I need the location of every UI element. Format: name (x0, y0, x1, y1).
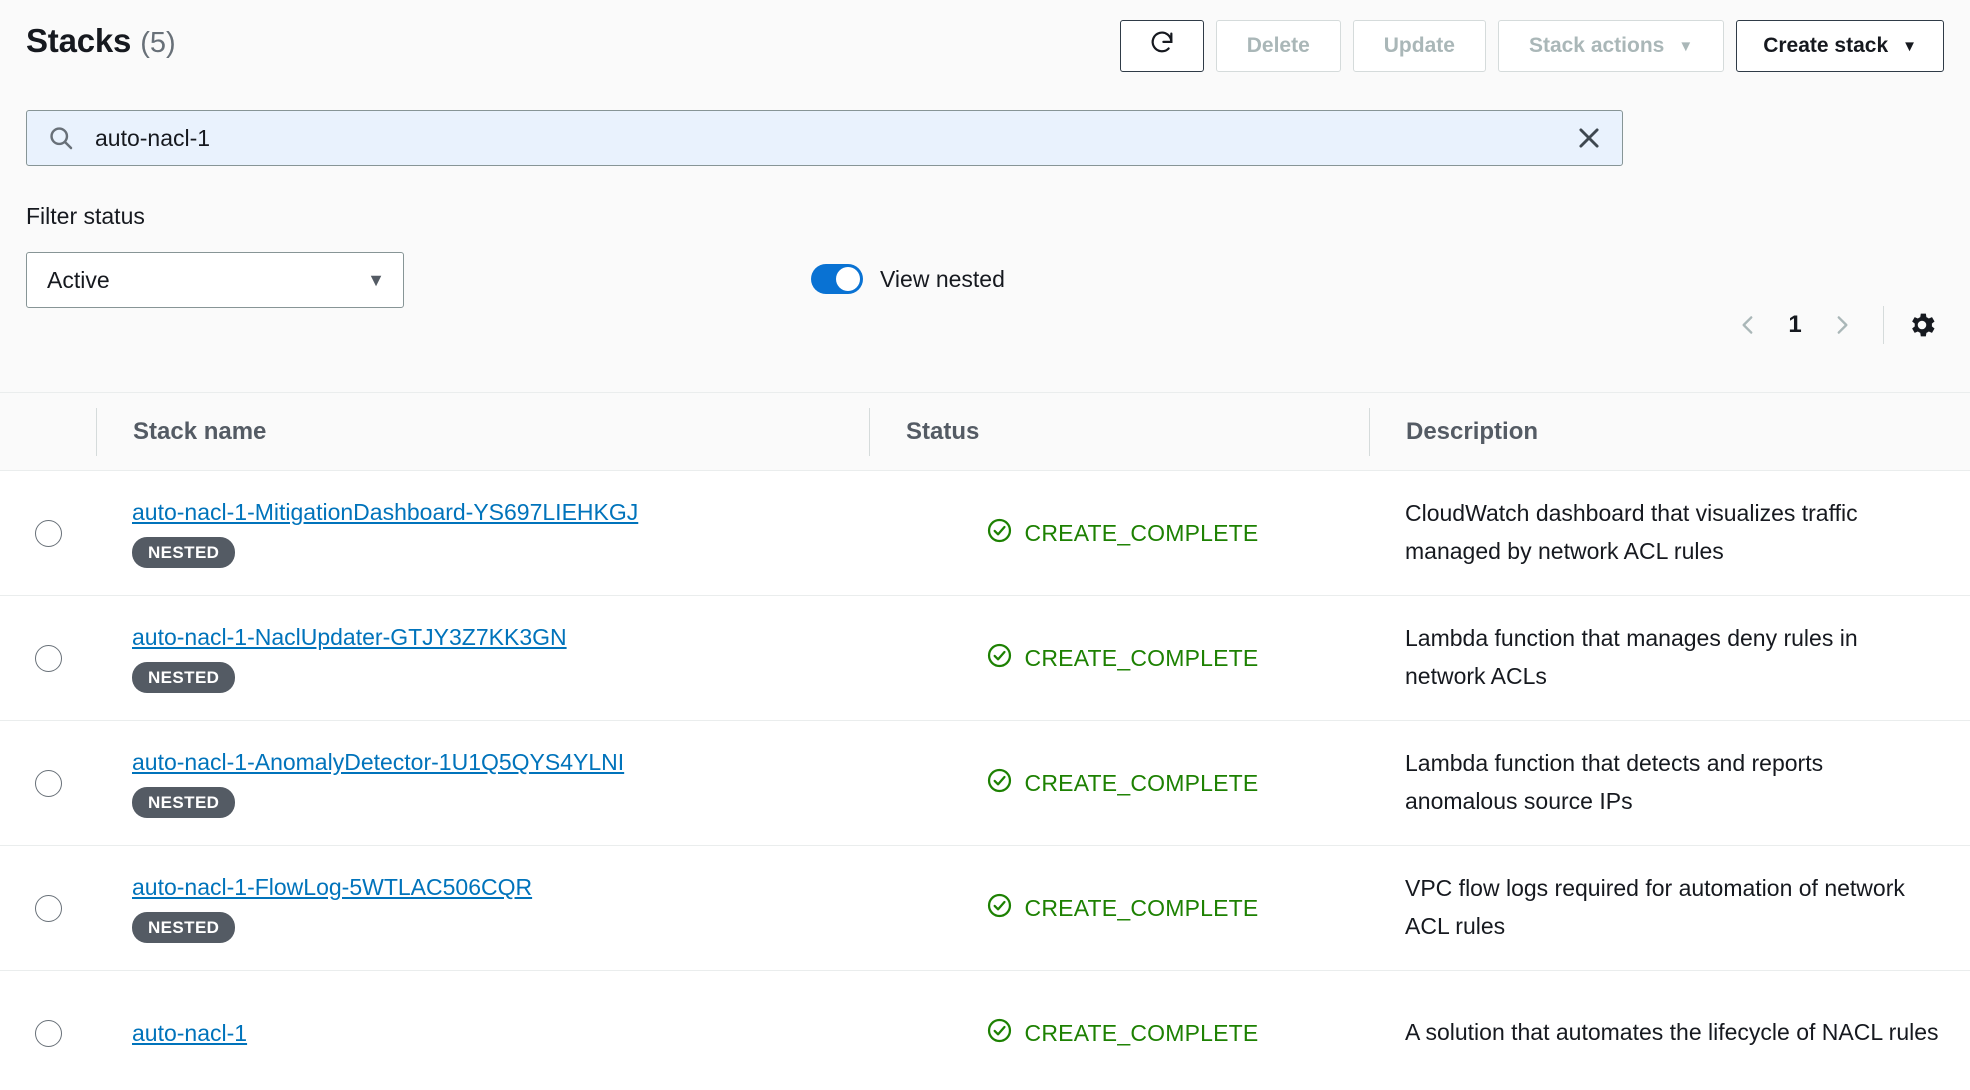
status-text: CREATE_COMPLETE (1024, 894, 1259, 921)
refresh-button[interactable] (1119, 20, 1204, 72)
row-select-cell (0, 596, 96, 720)
check-circle-icon (986, 1017, 1013, 1049)
description-cell: VPC flow logs required for automation of… (1369, 846, 1970, 970)
status-cell: CREATE_COMPLETE (869, 596, 1369, 720)
column-header-stack-name: Stack name (96, 407, 869, 456)
update-button-label: Update (1383, 34, 1455, 57)
description-cell: CloudWatch dashboard that visualizes tra… (1369, 471, 1970, 595)
stack-name-link[interactable]: auto-nacl-1-NaclUpdater-GTJY3Z7KK3GN (132, 623, 839, 652)
column-header-description: Description (1369, 407, 1970, 456)
divider (1883, 306, 1884, 344)
page-number[interactable]: 1 (1773, 311, 1817, 339)
stack-name-link[interactable]: auto-nacl-1-MitigationDashboard-YS697LIE… (132, 498, 839, 527)
nested-badge: NESTED (132, 912, 236, 944)
check-circle-icon (986, 892, 1013, 924)
stack-name-cell: auto-nacl-1-MitigationDashboard-YS697LIE… (96, 471, 869, 595)
description-cell: Lambda function that detects and reports… (1369, 721, 1970, 845)
stack-actions-button[interactable]: Stack actions ▼ (1497, 20, 1725, 72)
status-text: CREATE_COMPLETE (1024, 644, 1259, 671)
search-input[interactable]: auto-nacl-1 (26, 110, 1623, 166)
stack-name-link[interactable]: auto-nacl-1 (132, 1019, 839, 1048)
table-row[interactable]: auto-nacl-1-MitigationDashboard-YS697LIE… (0, 471, 1970, 596)
filter-status-label: Filter status (26, 203, 145, 229)
check-circle-icon (986, 767, 1013, 799)
check-circle-icon (986, 642, 1013, 674)
row-radio-button[interactable] (34, 894, 62, 922)
status-cell: CREATE_COMPLETE (869, 971, 1369, 1090)
stack-name-cell: auto-nacl-1 (96, 971, 869, 1090)
nested-badge: NESTED (132, 537, 236, 569)
header-actions: Delete Update Stack actions ▼ Create sta… (1119, 20, 1944, 72)
stack-name-link[interactable]: auto-nacl-1-AnomalyDetector-1U1Q5QYS4YLN… (132, 748, 839, 777)
refresh-icon (1148, 29, 1176, 63)
page-header: Stacks (5) Delete Update Stack actions ▼… (0, 0, 1970, 92)
row-select-cell (0, 971, 96, 1090)
description-text: VPC flow logs required for automation of… (1405, 875, 1905, 939)
page-title-text: Stacks (26, 22, 132, 59)
row-radio-button[interactable] (34, 644, 62, 672)
create-stack-label: Create stack (1763, 34, 1889, 57)
status-text: CREATE_COMPLETE (1024, 769, 1259, 796)
nested-badge: NESTED (132, 662, 236, 694)
row-radio-button[interactable] (34, 519, 62, 547)
description-cell: A solution that automates the lifecycle … (1369, 971, 1970, 1090)
stacks-page: Stacks (5) Delete Update Stack actions ▼… (0, 0, 1970, 1090)
filter-status-select[interactable]: Active ▼ (26, 252, 404, 308)
row-radio-button[interactable] (34, 1019, 62, 1047)
row-select-cell (0, 471, 96, 595)
stack-name-link[interactable]: auto-nacl-1-FlowLog-5WTLAC506CQR (132, 873, 839, 902)
filter-status-value: Active (47, 266, 110, 293)
view-nested-label: View nested (880, 265, 1005, 292)
delete-button-label: Delete (1246, 34, 1310, 57)
status-cell: CREATE_COMPLETE (869, 846, 1369, 970)
delete-button[interactable]: Delete (1215, 20, 1341, 72)
pagination: 1 (1723, 300, 1944, 350)
page-title: Stacks (5) (26, 22, 176, 60)
chevron-down-icon: ▼ (367, 270, 385, 290)
stack-name-cell: auto-nacl-1-NaclUpdater-GTJY3Z7KK3GN NES… (96, 596, 869, 720)
stack-count: (5) (140, 27, 176, 59)
nested-badge: NESTED (132, 787, 236, 819)
check-circle-icon (986, 517, 1013, 549)
table-row[interactable]: auto-nacl-1-FlowLog-5WTLAC506CQR NESTED … (0, 846, 1970, 971)
table-row[interactable]: auto-nacl-1 CREATE_COMPLETE A solution t… (0, 971, 1970, 1090)
update-button[interactable]: Update (1352, 20, 1486, 72)
search-icon (47, 124, 75, 152)
table-header-row: Stack name Status Description (0, 393, 1970, 471)
status-text: CREATE_COMPLETE (1024, 519, 1259, 546)
view-nested-toggle[interactable]: View nested (811, 264, 1005, 294)
column-header-status: Status (869, 407, 1369, 456)
row-select-cell (0, 721, 96, 845)
stack-name-cell: auto-nacl-1-FlowLog-5WTLAC506CQR NESTED (96, 846, 869, 970)
description-text: Lambda function that manages deny rules … (1405, 625, 1858, 689)
table-row[interactable]: auto-nacl-1-AnomalyDetector-1U1Q5QYS4YLN… (0, 721, 1970, 846)
status-cell: CREATE_COMPLETE (869, 471, 1369, 595)
stack-name-cell: auto-nacl-1-AnomalyDetector-1U1Q5QYS4YLN… (96, 721, 869, 845)
stacks-table: Stack name Status Description auto-nacl-… (0, 392, 1970, 1090)
chevron-down-icon: ▼ (1678, 37, 1694, 55)
table-row[interactable]: auto-nacl-1-NaclUpdater-GTJY3Z7KK3GN NES… (0, 596, 1970, 721)
toggle-knob (836, 267, 860, 291)
row-select-cell (0, 846, 96, 970)
stack-actions-label: Stack actions (1528, 34, 1665, 57)
status-cell: CREATE_COMPLETE (869, 721, 1369, 845)
chevron-left-icon[interactable] (1723, 300, 1773, 350)
chevron-right-icon[interactable] (1817, 300, 1867, 350)
description-cell: Lambda function that manages deny rules … (1369, 596, 1970, 720)
search-value: auto-nacl-1 (95, 124, 211, 151)
description-text: A solution that automates the lifecycle … (1405, 1019, 1939, 1046)
table-body: auto-nacl-1-MitigationDashboard-YS697LIE… (0, 471, 1970, 1090)
description-text: CloudWatch dashboard that visualizes tra… (1405, 500, 1858, 564)
close-icon[interactable] (1574, 123, 1604, 153)
gear-icon[interactable] (1900, 303, 1944, 347)
chevron-down-icon: ▼ (1902, 37, 1917, 55)
row-radio-button[interactable] (34, 769, 62, 797)
create-stack-button[interactable]: Create stack ▼ (1736, 20, 1944, 72)
status-text: CREATE_COMPLETE (1024, 1019, 1259, 1046)
toggle-switch[interactable] (811, 264, 863, 294)
description-text: Lambda function that detects and reports… (1405, 750, 1824, 814)
